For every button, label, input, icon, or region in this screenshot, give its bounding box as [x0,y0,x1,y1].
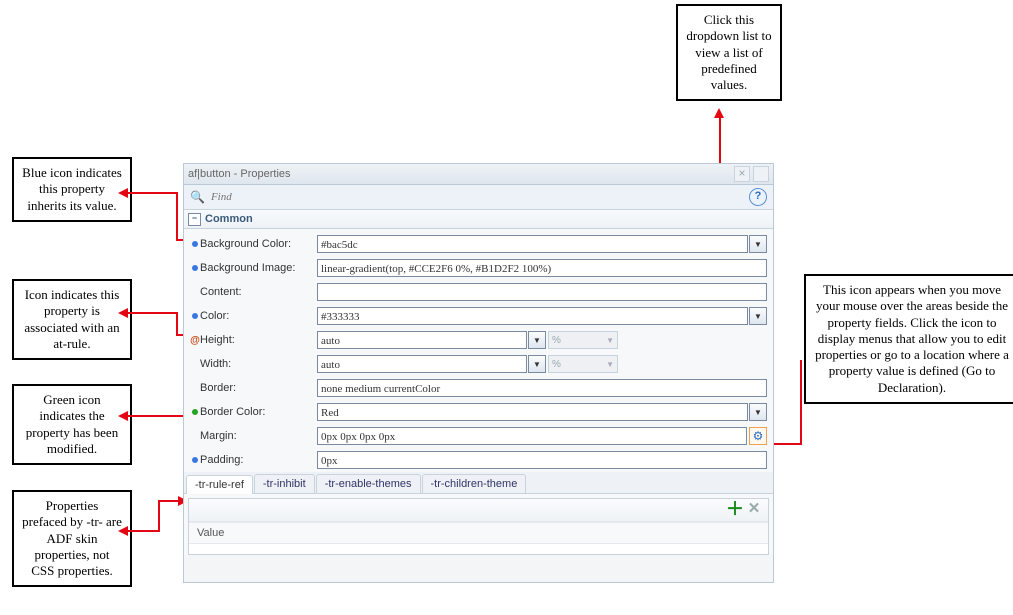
value-table: ＋ ✕ Value [188,498,769,555]
section-header-common[interactable]: − Common [184,210,773,229]
row-border: Border: none medium currentColor [184,376,773,400]
row-padding: Padding: 0px [184,448,773,472]
dropdown-height[interactable]: ▼ [528,331,546,349]
input-border-color[interactable]: Red [317,403,748,421]
properties-panel: af|button - Properties × 🔍 ? − Common Ba… [183,163,774,583]
collapse-icon[interactable]: − [188,213,201,226]
input-background-image[interactable]: linear-gradient(top, #CCE2F6 0%, #B1D2F2… [317,259,767,277]
gear-icon[interactable]: ⚙ [749,427,767,445]
help-icon[interactable]: ? [749,188,767,206]
tab-tr-children-theme[interactable]: -tr-children-theme [422,474,527,493]
at-rule-indicator-icon: @ [190,335,200,346]
window-menu-icon[interactable] [753,166,769,182]
inherited-indicator-icon [192,313,198,319]
label-margin: Margin: [200,430,317,442]
label-border: Border: [200,382,317,394]
callout-tr-props: Properties prefaced by -tr- are ADF skin… [12,490,132,587]
label-background-color: Background Color: [200,238,317,250]
label-height: Height: [200,334,317,346]
section-title: Common [205,213,253,225]
row-content: Content: [184,280,773,304]
callout-green-icon: Green icon indicates the property has be… [12,384,132,465]
label-width: Width: [200,358,317,370]
callout-dropdown: Click this dropdown list to view a list … [676,4,782,101]
input-padding[interactable]: 0px [317,451,767,469]
row-background-color: Background Color: #bac5dc ▼ [184,232,773,256]
input-border[interactable]: none medium currentColor [317,379,767,397]
inherited-indicator-icon [192,457,198,463]
unit-height[interactable]: %▼ [548,331,618,349]
dropdown-border-color[interactable]: ▼ [749,403,767,421]
label-background-image: Background Image: [200,262,317,274]
input-color[interactable]: #333333 [317,307,748,325]
inherited-indicator-icon [192,241,198,247]
table-header: Value [189,522,768,544]
properties-form: Background Color: #bac5dc ▼ Background I… [184,229,773,555]
callout-blue-icon: Blue icon indicates this property inheri… [12,157,132,222]
find-bar: 🔍 ? [184,185,773,210]
add-icon[interactable]: ＋ [726,502,742,518]
delete-icon[interactable]: ✕ [746,502,762,518]
input-width[interactable]: auto [317,355,527,373]
tab-tr-enable-themes[interactable]: -tr-enable-themes [316,474,421,493]
label-border-color: Border Color: [200,406,317,418]
callout-at-icon: Icon indicates this property is associat… [12,279,132,360]
callout-gear-icon: This icon appears when you move your mou… [804,274,1013,404]
row-height: @ Height: auto ▼ %▼ [184,328,773,352]
dropdown-background-color[interactable]: ▼ [749,235,767,253]
tab-tr-inhibit[interactable]: -tr-inhibit [254,474,315,493]
label-color: Color: [200,310,317,322]
tab-tr-rule-ref[interactable]: -tr-rule-ref [186,475,253,494]
row-color: Color: #333333 ▼ [184,304,773,328]
input-content[interactable] [317,283,767,301]
row-margin: Margin: 0px 0px 0px 0px ⚙ [184,424,773,448]
search-icon: 🔍 [190,190,205,204]
panel-title: af|button - Properties [188,168,731,180]
unit-width[interactable]: %▼ [548,355,618,373]
row-border-color: Border Color: Red ▼ [184,400,773,424]
search-input[interactable] [209,190,745,204]
input-margin[interactable]: 0px 0px 0px 0px [317,427,747,445]
dropdown-color[interactable]: ▼ [749,307,767,325]
label-padding: Padding: [200,454,317,466]
modified-indicator-icon [192,409,198,415]
row-background-image: Background Image: linear-gradient(top, #… [184,256,773,280]
dropdown-width[interactable]: ▼ [528,355,546,373]
close-icon[interactable]: × [734,166,750,182]
panel-titlebar: af|button - Properties × [184,164,773,185]
tr-tabs: -tr-rule-ref -tr-inhibit -tr-enable-them… [184,472,773,494]
row-width: Width: auto ▼ %▼ [184,352,773,376]
inherited-indicator-icon [192,265,198,271]
input-background-color[interactable]: #bac5dc [317,235,748,253]
input-height[interactable]: auto [317,331,527,349]
label-content: Content: [200,286,317,298]
